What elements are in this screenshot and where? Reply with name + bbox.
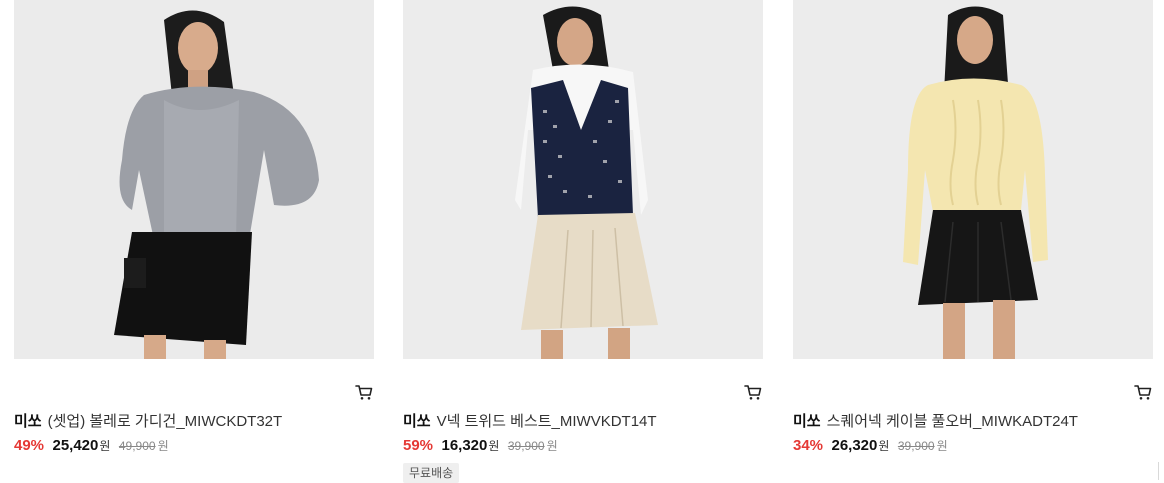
product-image[interactable] [403,0,763,359]
sale-price: 25,420 [52,437,99,454]
product-grid: 미쏘 (셋업) 볼레로 가디건_MIWCKDT32T 49% 25,420원 49… [0,0,1164,483]
currency-unit: 원 [99,439,111,453]
product-card[interactable]: 미쏘 (셋업) 볼레로 가디건_MIWCKDT32T 49% 25,420원 49… [14,0,374,483]
cart-icon [1134,385,1152,400]
currency-unit: 원 [488,439,500,453]
product-title[interactable]: 미쏘 V넥 트위드 베스트_MIWVKDT14T [403,412,657,432]
original-price: 49,900 [118,439,156,453]
original-currency-unit: 원 [936,439,948,453]
product-title[interactable]: 미쏘 (셋업) 볼레로 가디건_MIWCKDT32T [14,412,282,432]
discount-rate: 34% [793,437,824,454]
discount-rate: 59% [403,437,434,454]
cart-icon [355,385,373,400]
product-photo-cable-pullover [793,0,1153,359]
product-card[interactable]: 미쏘 스퀘어넥 케이블 풀오버_MIWKADT24T 34% 26,320원 39… [793,0,1153,483]
product-image[interactable] [793,0,1153,359]
product-name[interactable]: (셋업) 볼레로 가디건_MIWCKDT32T [48,413,283,430]
product-card[interactable]: 미쏘 V넥 트위드 베스트_MIWVKDT14T 59% 16,320원 39,9… [403,0,763,483]
sale-price: 26,320 [831,437,878,454]
price-row: 34% 26,320원 39,900 원 [793,436,948,456]
product-brand: 미쏘 [793,413,821,430]
discount-rate: 49% [14,437,45,454]
add-to-cart-button[interactable] [743,382,763,402]
add-to-cart-button[interactable] [1133,382,1153,402]
currency-unit: 원 [878,439,890,453]
product-brand: 미쏘 [403,413,431,430]
scrollbar-edge[interactable] [1158,462,1164,480]
original-price: 39,900 [897,439,935,453]
original-price: 39,900 [507,439,545,453]
product-name[interactable]: V넥 트위드 베스트_MIWVKDT14T [437,413,657,430]
sale-price: 16,320 [441,437,488,454]
add-to-cart-button[interactable] [354,382,374,402]
price-row: 59% 16,320원 39,900 원 [403,436,558,456]
product-photo-tweed-vest [403,0,763,359]
product-brand: 미쏘 [14,413,42,430]
cart-icon [744,385,762,400]
price-row: 49% 25,420원 49,900 원 [14,436,169,456]
original-currency-unit: 원 [157,439,169,453]
free-shipping-badge: 무료배송 [403,463,460,483]
product-name[interactable]: 스퀘어넥 케이블 풀오버_MIWKADT24T [827,413,1078,430]
product-title[interactable]: 미쏘 스퀘어넥 케이블 풀오버_MIWKADT24T [793,412,1078,432]
original-currency-unit: 원 [546,439,558,453]
product-photo-gray-cardigan [14,0,374,359]
product-image[interactable] [14,0,374,359]
